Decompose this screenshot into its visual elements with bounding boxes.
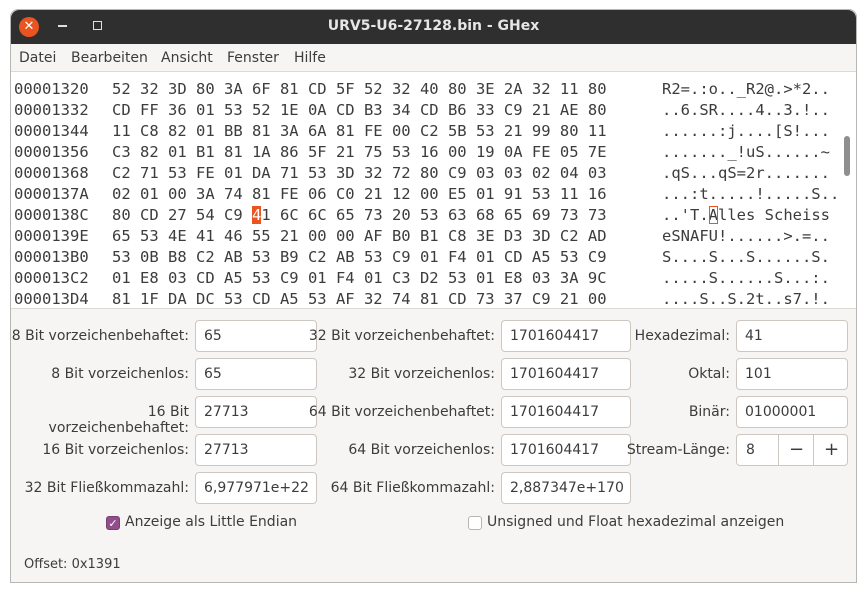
row-offset: 00001356 [14,143,89,161]
row-hex[interactable]: 02 01 00 3A 74 81 FE 06 C0 21 12 00 E5 0… [112,185,607,203]
field-16bit-signed[interactable]: 27713 [195,396,317,428]
row-hex[interactable]: CD FF 36 01 53 52 1E 0A CD B3 34 CD B6 3… [112,101,607,119]
menu-ansicht[interactable]: Ansicht [161,50,213,66]
row-hex[interactable]: 65 53 4E 41 46 55 21 00 00 AF B0 B1 C8 3… [112,227,607,245]
label-8bit-signed: 8 Bit vorzeichenbehaftet: [11,328,189,344]
row-ascii[interactable]: eSNAFU!......>.=.. [662,227,830,245]
row-offset: 0000137A [14,185,89,203]
stream-length-value[interactable]: 8 [746,442,755,458]
unsigned-hex-checkbox[interactable] [468,516,482,530]
unsigned-hex-label[interactable]: Unsigned und Float hexadezimal anzeigen [487,514,784,530]
row-offset: 00001344 [14,122,89,140]
row-offset: 000013B0 [14,248,89,266]
menu-bar: Datei Bearbeiten Ansicht Fenster Hilfe [11,44,856,72]
row-offset: 0000139E [14,227,89,245]
field-binary[interactable]: 01000001 [736,396,848,428]
row-hex[interactable]: C3 82 01 B1 81 1A 86 5F 21 75 53 16 00 1… [112,143,607,161]
label-64bit-signed: 64 Bit vorzeichenbehaftet: [308,404,495,420]
row-hex[interactable]: 53 0B B8 C2 AB 53 B9 C2 AB 53 C9 01 F4 0… [112,248,607,266]
label-stream-length: Stream-Länge: [626,442,730,458]
row-offset: 000013D4 [14,290,89,308]
label-64bit-unsigned: 64 Bit vorzeichenlos: [348,442,495,458]
row-offset: 00001368 [14,164,89,182]
row-ascii[interactable]: ....S..S.2t..s7.!. [662,290,830,308]
label-octal: Oktal: [688,366,730,382]
row-ascii[interactable]: ..6.SR....4..3.!.. [662,101,830,119]
row-hex[interactable]: 11 C8 82 01 BB 81 3A 6A 81 FE 00 C2 5B 5… [112,122,607,140]
ascii-after-cursor[interactable]: lles Scheiss [718,206,830,224]
field-32bit-signed[interactable]: 1701604417 [501,320,631,352]
row-ascii[interactable]: ...:t.....!.....S.. [662,185,839,203]
decrement-button[interactable]: − [778,435,814,465]
label-16bit-signed: 16 Bit vorzeichenbehaftet: [48,404,189,436]
field-64bit-float[interactable]: 2,887347e+170 [501,472,631,504]
ascii-before-cursor[interactable]: ..'T. [662,206,709,224]
hex-after-cursor[interactable]: 6C 6C 65 73 20 53 63 68 65 69 73 73 [271,206,607,224]
label-hexadecimal: Hexadezimal: [634,328,730,344]
hex-view[interactable]: 00001320 52 32 3D 80 3A 6F 81 CD 5F 52 32… [11,72,856,309]
field-64bit-unsigned[interactable]: 1701604417 [501,434,631,466]
vertical-scrollbar[interactable] [844,136,850,176]
field-8bit-signed[interactable]: 65 [195,320,317,352]
row-hex[interactable]: 01 E8 03 CD A5 53 C9 01 F4 01 C3 D2 53 0… [112,269,607,287]
row-offset: 000013C2 [14,269,89,287]
field-64bit-signed[interactable]: 1701604417 [501,396,631,428]
status-offset: Offset: 0x1391 [24,557,121,572]
row-hex[interactable]: 81 1F DA DC 53 CD A5 53 AF 32 74 81 CD 7… [112,290,607,308]
stream-length-stepper[interactable]: 8 − + [736,434,848,466]
increment-button[interactable]: + [813,435,849,465]
row-ascii[interactable]: ......:j....[S!... [662,122,830,140]
field-32bit-unsigned[interactable]: 1701604417 [501,358,631,390]
window-title: URV5-U6-27128.bin - GHex [327,18,540,34]
field-16bit-unsigned[interactable]: 27713 [195,434,317,466]
label-64bit-float: 64 Bit Fließkommazahl: [330,480,495,496]
row-ascii[interactable]: S....S...S......S. [662,248,830,266]
field-octal[interactable]: 101 [736,358,848,390]
label-16bit-unsigned: 16 Bit vorzeichenlos: [42,442,189,458]
ascii-cursor[interactable]: A [708,206,719,224]
row-hex[interactable]: 80 CD 27 54 C9 41 6C 6C 65 73 20 53 63 6… [112,206,607,224]
menu-bearbeiten[interactable]: Bearbeiten [71,50,148,66]
little-endian-label[interactable]: Anzeige als Little Endian [125,514,297,530]
hex-cursor-nibble[interactable]: 4 [251,206,262,224]
menu-fenster[interactable]: Fenster [227,50,279,66]
menu-hilfe[interactable]: Hilfe [294,50,326,66]
row-ascii[interactable]: .qS...qS=2r....... [662,164,830,182]
label-8bit-unsigned: 8 Bit vorzeichenlos: [51,366,189,382]
hex-cursor-low-nibble[interactable]: 1 [261,206,270,224]
title-bar: ✕ URV5-U6-27128.bin - GHex [11,10,856,44]
label-32bit-signed: 32 Bit vorzeichenbehaftet: [308,328,495,344]
row-ascii[interactable]: R2=.:o.._R2@.>*2.. [662,80,830,98]
field-hexadecimal[interactable]: 41 [736,320,848,352]
ghex-window: ✕ URV5-U6-27128.bin - GHex Datei Bearbei… [10,9,857,583]
field-8bit-unsigned[interactable]: 65 [195,358,317,390]
row-offset: 00001332 [14,101,89,119]
row-ascii[interactable]: ......._!uS......~ [662,143,830,161]
menu-datei[interactable]: Datei [19,50,56,66]
label-32bit-unsigned: 32 Bit vorzeichenlos: [348,366,495,382]
little-endian-checkbox[interactable]: ✓ [106,516,120,530]
row-hex[interactable]: C2 71 53 FE 01 DA 71 53 3D 32 72 80 C9 0… [112,164,607,182]
row-offset: 0000138C [14,206,89,224]
row-offset: 00001320 [14,80,89,98]
row-hex[interactable]: 52 32 3D 80 3A 6F 81 CD 5F 52 32 40 80 3… [112,80,607,98]
label-binary: Binär: [688,404,730,420]
hex-before-cursor[interactable]: 80 CD 27 54 C9 [112,206,252,224]
row-ascii[interactable]: ..'T.Alles Scheiss [662,206,830,224]
row-ascii[interactable]: .....S......S...:. [662,269,830,287]
field-32bit-float[interactable]: 6,977971e+22 [195,472,317,504]
label-32bit-float: 32 Bit Fließkommazahl: [24,480,189,496]
